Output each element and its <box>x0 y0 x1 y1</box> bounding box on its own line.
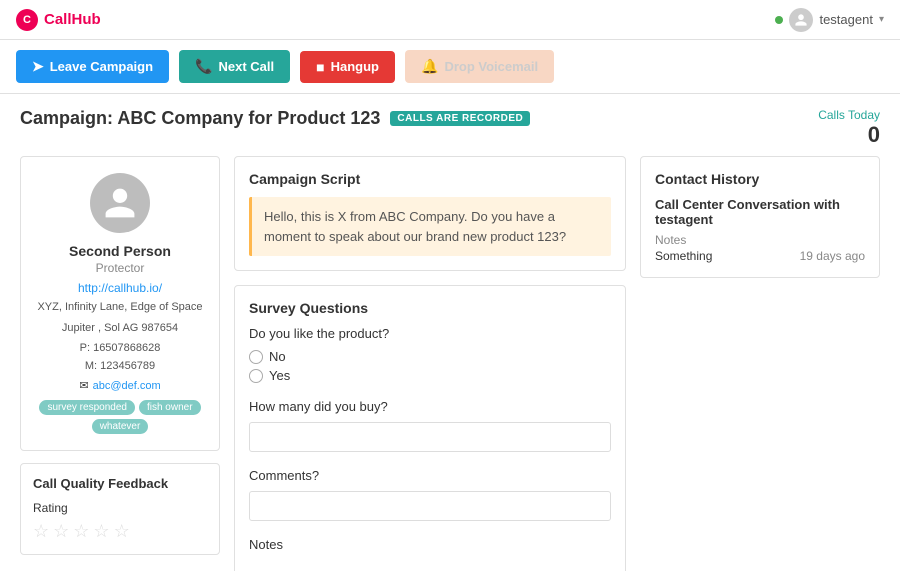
rating-label: Rating <box>33 501 207 515</box>
main-content: Second Person Protector http://callhub.i… <box>0 156 900 581</box>
toolbar: ➤ Leave Campaign 📞 Next Call ■ Hangup 🔔 … <box>0 40 900 94</box>
contact-avatar <box>90 173 150 233</box>
voicemail-icon: 🔔 <box>421 58 438 75</box>
contact-card: Second Person Protector http://callhub.i… <box>20 156 220 451</box>
header: C CallHub testagent ▾ <box>0 0 900 40</box>
hangup-label: Hangup <box>331 59 379 74</box>
star-2[interactable]: ☆ <box>53 521 69 542</box>
contact-history-box: Contact History Call Center Conversation… <box>640 156 880 278</box>
question-like-label: Do you like the product? <box>249 326 611 341</box>
contact-email-row: ✉ abc@def.com <box>37 379 203 392</box>
callhub-logo-icon: C <box>16 9 38 31</box>
radio-no-circle[interactable] <box>249 350 263 364</box>
user-status-dot <box>775 16 783 24</box>
comments-label: Comments? <box>249 468 611 483</box>
right-panel: Contact History Call Center Conversation… <box>640 156 880 571</box>
question-like-product: Do you like the product? No Yes <box>249 326 611 383</box>
history-title: Contact History <box>655 171 865 187</box>
tag-survey-responded: survey responded <box>39 400 135 415</box>
feedback-card: Call Quality Feedback Rating ☆ ☆ ☆ ☆ ☆ <box>20 463 220 555</box>
comments-input[interactable] <box>249 491 611 521</box>
survey-box: Survey Questions Do you like the product… <box>234 285 626 571</box>
contact-website[interactable]: http://callhub.io/ <box>37 281 203 295</box>
history-date: 19 days ago <box>800 249 865 263</box>
radio-no[interactable]: No <box>249 349 611 364</box>
contact-email: abc@def.com <box>93 380 161 392</box>
middle-panel: Campaign Script Hello, this is X from AB… <box>234 156 626 571</box>
contact-address-line2: Jupiter , Sol AG 987654 <box>37 320 203 337</box>
question-comments: Comments? <box>249 468 611 521</box>
contact-phone: P: 16507868628 <box>37 340 203 358</box>
how-many-label: How many did you buy? <box>249 399 611 414</box>
user-name: testagent <box>819 12 873 27</box>
radio-yes[interactable]: Yes <box>249 368 611 383</box>
leave-campaign-button[interactable]: ➤ Leave Campaign <box>16 50 169 83</box>
radio-yes-label: Yes <box>269 368 290 383</box>
contact-name: Second Person <box>37 243 203 259</box>
next-call-label: Next Call <box>219 59 275 74</box>
contact-address-line1: XYZ, Infinity Lane, Edge of Space <box>37 299 203 316</box>
feedback-title: Call Quality Feedback <box>33 476 207 491</box>
logo-text: CallHub <box>44 11 101 28</box>
tag-whatever: whatever <box>92 419 149 434</box>
user-dropdown-icon[interactable]: ▾ <box>879 14 884 25</box>
contact-tags: survey responded fish owner whatever <box>37 400 203 434</box>
history-note-row: Something 19 days ago <box>655 249 865 263</box>
how-many-input[interactable] <box>249 422 611 452</box>
calls-today-count: 0 <box>818 122 880 148</box>
star-4[interactable]: ☆ <box>93 521 109 542</box>
script-title: Campaign Script <box>249 171 611 187</box>
campaign-script-box: Campaign Script Hello, this is X from AB… <box>234 156 626 271</box>
radio-no-label: No <box>269 349 286 364</box>
phone-icon: 📞 <box>195 58 212 75</box>
history-notes-label: Notes <box>655 233 865 247</box>
leave-campaign-label: Leave Campaign <box>50 59 153 74</box>
calls-today: Calls Today 0 <box>818 108 880 148</box>
recorded-badge: CALLS ARE RECORDED <box>390 111 530 126</box>
script-text: Hello, this is X from ABC Company. Do yo… <box>249 197 611 256</box>
leave-icon: ➤ <box>32 58 44 75</box>
question-notes: Notes <box>249 537 611 552</box>
star-3[interactable]: ☆ <box>73 521 89 542</box>
hangup-icon: ■ <box>316 59 324 75</box>
calls-today-label: Calls Today <box>818 108 880 122</box>
avatar <box>789 8 813 32</box>
history-note-value: Something <box>655 249 712 263</box>
next-call-button[interactable]: 📞 Next Call <box>179 50 290 83</box>
contact-mobile: M: 123456789 <box>37 358 203 376</box>
hangup-button[interactable]: ■ Hangup <box>300 51 395 83</box>
email-icon: ✉ <box>79 379 88 392</box>
campaign-title: Campaign: ABC Company for Product 123 <box>20 108 380 129</box>
drop-voicemail-button[interactable]: 🔔 Drop Voicemail <box>405 50 554 83</box>
contact-title-label: Protector <box>37 261 203 275</box>
notes-label: Notes <box>249 537 611 552</box>
tag-fish-owner: fish owner <box>139 400 201 415</box>
question-how-many: How many did you buy? <box>249 399 611 452</box>
left-panel: Second Person Protector http://callhub.i… <box>20 156 220 571</box>
survey-title: Survey Questions <box>249 300 611 316</box>
logo: C CallHub <box>16 9 101 31</box>
drop-voicemail-label: Drop Voicemail <box>444 59 538 74</box>
history-item-title: Call Center Conversation with testagent <box>655 197 865 227</box>
star-5[interactable]: ☆ <box>114 521 130 542</box>
user-area[interactable]: testagent ▾ <box>775 8 884 32</box>
radio-yes-circle[interactable] <box>249 369 263 383</box>
star-1[interactable]: ☆ <box>33 521 49 542</box>
campaign-bar: Campaign: ABC Company for Product 123 CA… <box>0 94 900 156</box>
star-rating[interactable]: ☆ ☆ ☆ ☆ ☆ <box>33 521 207 542</box>
